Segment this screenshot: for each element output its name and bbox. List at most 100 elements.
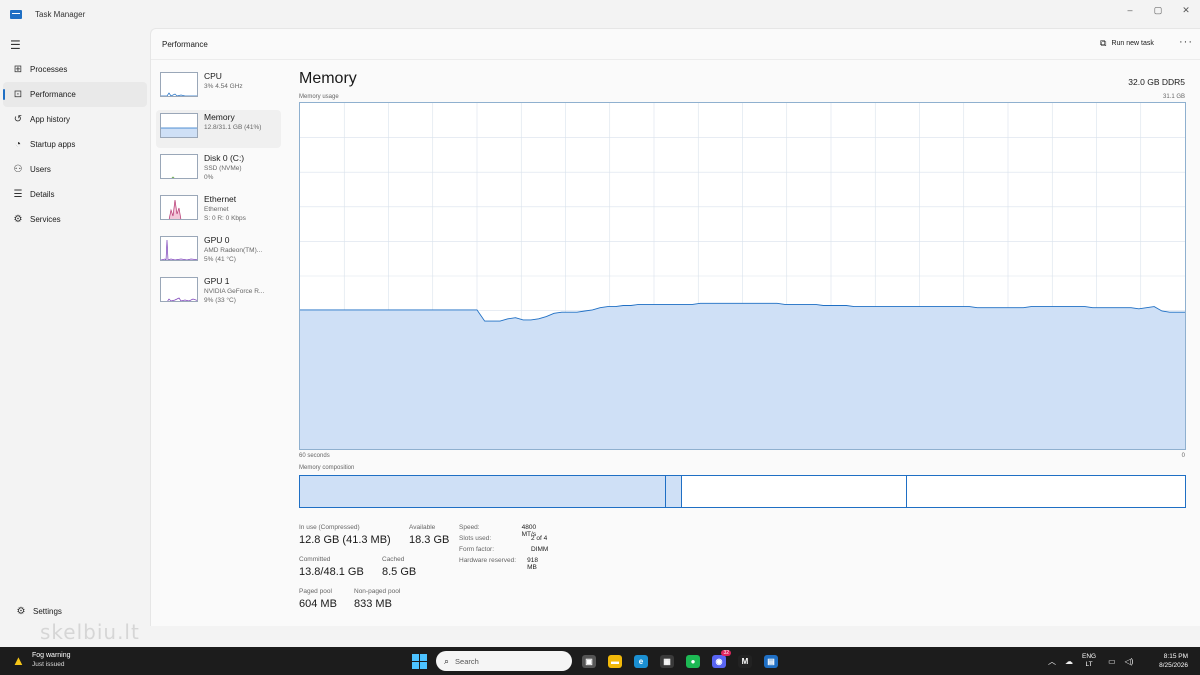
network-icon[interactable]: ▭: [1108, 657, 1116, 666]
composition-segment-standby[interactable]: [680, 476, 907, 507]
detail-key: Speed:: [459, 524, 480, 531]
device-sub1: 12.8/31.1 GB (41%): [204, 124, 262, 131]
gpu1-thumbnail-graph: [167, 297, 197, 301]
cpu-thumbnail-graph: [161, 92, 197, 96]
sidebar-item-users[interactable]: ⚇ Users: [3, 157, 147, 182]
volume-icon[interactable]: ◁): [1125, 657, 1134, 666]
weather-widget[interactable]: ▲ Fog warning Just issued: [12, 651, 71, 669]
device-item-gpu1[interactable]: GPU 1 NVIDIA GeForce R... 9% (33 °C): [156, 274, 281, 312]
start-tile: [411, 653, 419, 661]
layout-code: LT: [1085, 661, 1093, 668]
start-button[interactable]: [410, 652, 428, 670]
clock-time: 8:15 PM: [1163, 653, 1188, 660]
disk-thumbnail: [160, 154, 198, 179]
sidebar: ☰ ⊞ Processes ⊡ Performance ↺ App histor…: [0, 28, 150, 626]
device-name: Memory: [204, 112, 235, 122]
detail-row: Hardware reserved: 918 MB: [459, 557, 548, 571]
language-indicator[interactable]: ENG LT: [1082, 653, 1096, 669]
stat-label: Committed: [299, 556, 331, 563]
task-manager-taskbar-button[interactable]: ▤: [758, 651, 784, 671]
main-panel: Performance ⧉ Run new task ··· CPU 3% 4.…: [150, 28, 1200, 626]
taskbar-search-input[interactable]: ⌕ Search: [436, 651, 572, 671]
sidebar-item-details[interactable]: ☰ Details: [3, 182, 147, 207]
more-options-button[interactable]: ···: [1179, 36, 1193, 48]
performance-icon: ⊡: [13, 89, 23, 100]
sidebar-item-label: Processes: [30, 65, 68, 74]
weather-title: Fog warning: [32, 652, 71, 659]
maximize-button[interactable]: ▢: [1144, 0, 1172, 20]
stat-value: 13.8/48.1 GB: [299, 566, 364, 578]
sidebar-item-processes[interactable]: ⊞ Processes: [3, 57, 147, 82]
window-controls: – ▢ ✕: [1116, 0, 1200, 20]
history-icon: ↺: [13, 114, 23, 125]
start-tile: [411, 661, 419, 669]
spotify-taskbar-button[interactable]: ●: [680, 651, 706, 671]
mail-taskbar-button[interactable]: M: [732, 651, 758, 671]
memory-usage-area: [300, 303, 1185, 449]
device-sub2: 9% (33 °C): [204, 297, 236, 304]
warning-icon: ▲: [12, 652, 25, 668]
sidebar-item-app-history[interactable]: ↺ App history: [3, 107, 147, 132]
hardware-details: Speed: 4800 MT/s Slots used: 2 of 4 Form…: [459, 524, 549, 571]
memory-thumbnail-graph: [161, 127, 197, 137]
close-button[interactable]: ✕: [1172, 0, 1200, 20]
composition-segment-in-use[interactable]: [300, 476, 665, 507]
ethernet-thumbnail-graph: [168, 199, 182, 219]
cloud-icon[interactable]: ☁: [1065, 657, 1073, 666]
discord-icon: ◉: [712, 654, 726, 668]
sidebar-item-services[interactable]: ⚙ Services: [3, 207, 147, 232]
composition-segment-free[interactable]: [906, 476, 1185, 507]
clock[interactable]: 8:15 PM 8/25/2026: [1159, 652, 1188, 670]
stat-label: Non-paged pool: [354, 588, 401, 595]
language-code: ENG: [1082, 653, 1097, 660]
main-header: Performance ⧉ Run new task ···: [151, 29, 1200, 60]
stat-cached: Cached 8.5 GB: [382, 556, 416, 578]
stat-in-use: In use (Compressed) 12.8 GB (41.3 MB): [299, 524, 391, 546]
detail-value: DIMM: [531, 546, 549, 553]
stat-paged-pool: Paged pool 604 MB: [299, 588, 337, 610]
task-view-taskbar-button[interactable]: ▣: [576, 651, 602, 671]
sidebar-item-label: App history: [30, 115, 71, 124]
memory-usage-graph: [299, 102, 1186, 450]
run-new-task-label: Run new task: [1111, 40, 1154, 47]
minimize-button[interactable]: –: [1116, 0, 1144, 20]
store-taskbar-button[interactable]: ▦: [654, 651, 680, 671]
watermark: skelbiu.lt: [40, 620, 140, 644]
sidebar-item-startup-apps[interactable]: ◔ Startup apps: [3, 132, 147, 157]
discord-taskbar-button[interactable]: ◉ 32: [706, 650, 732, 671]
detail-value: 4800 MT/s: [521, 524, 537, 538]
run-new-task-button[interactable]: ⧉ Run new task: [1100, 38, 1154, 49]
sidebar-item-performance[interactable]: ⊡ Performance: [3, 82, 147, 107]
device-item-gpu0[interactable]: GPU 0 AMD Radeon(TM)... 5% (41 °C): [156, 233, 281, 271]
notification-badge: 32: [721, 650, 731, 656]
device-item-ethernet[interactable]: Ethernet Ethernet S: 0 R: 0 Kbps: [156, 192, 281, 230]
grid-icon: ⊞: [13, 64, 23, 75]
memory-composition-label: Memory composition: [299, 465, 355, 471]
stat-available: Available 18.3 GB: [409, 524, 449, 546]
stat-label: Available: [409, 524, 436, 531]
stat-value: 18.3 GB: [409, 534, 450, 546]
device-item-disk[interactable]: Disk 0 (C:) SSD (NVMe) 0%: [156, 151, 281, 189]
edge-taskbar-button[interactable]: e: [628, 651, 654, 671]
gpu0-thumbnail: [160, 236, 198, 261]
search-icon: ⌕: [444, 655, 450, 666]
stat-value: 12.8 GB (41.3 MB): [299, 534, 391, 546]
stat-committed: Committed 13.8/48.1 GB: [299, 556, 364, 578]
device-item-memory[interactable]: Memory 12.8/31.1 GB (41%): [156, 110, 281, 148]
list-icon: ☰: [13, 189, 23, 200]
detail-key: Form factor:: [459, 546, 495, 553]
memory-usage-max: 31.1 GB: [1162, 94, 1185, 100]
device-item-cpu[interactable]: CPU 3% 4.54 GHz: [156, 69, 281, 107]
stat-value: 833 MB: [354, 598, 392, 610]
hamburger-menu-icon[interactable]: ☰: [10, 38, 21, 52]
file-explorer-taskbar-button[interactable]: ▬: [602, 651, 628, 671]
task-view-icon: ▣: [582, 654, 596, 668]
sidebar-item-label: Startup apps: [30, 140, 76, 149]
device-sub1: AMD Radeon(TM)...: [204, 247, 263, 254]
time-span-label: 60 seconds: [299, 453, 330, 459]
composition-segment-modified[interactable]: [664, 476, 681, 507]
chevron-up-icon[interactable]: ︿: [1048, 656, 1056, 667]
pinned-apps: ▣ ▬ e ▦ ● ◉ 32 M ▤: [576, 650, 784, 671]
device-list: CPU 3% 4.54 GHz Memory 12.8/31.1 GB (41%…: [156, 69, 281, 315]
device-sub1: 3% 4.54 GHz: [204, 83, 243, 90]
